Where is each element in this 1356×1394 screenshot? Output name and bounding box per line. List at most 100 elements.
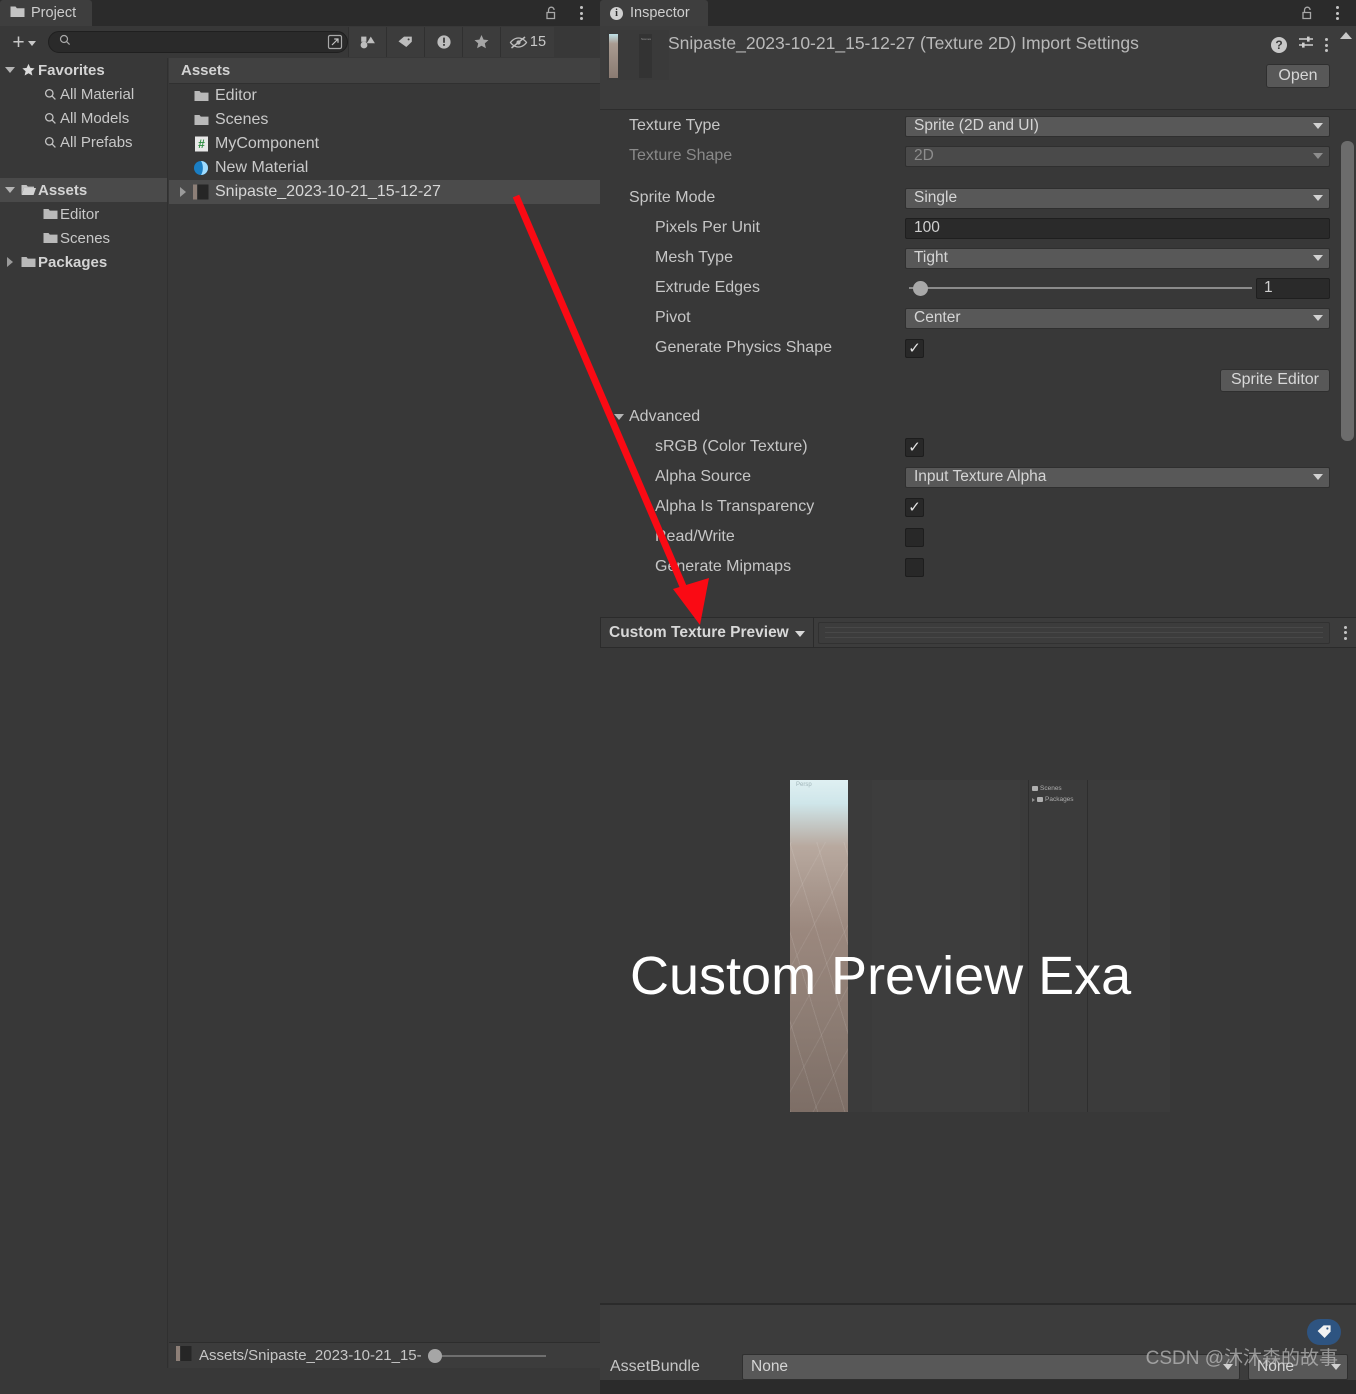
assetbundle-variant-dropdown[interactable]: None xyxy=(1248,1354,1348,1380)
extrude-edges-value[interactable]: 1 xyxy=(1256,277,1330,299)
assetbundle-dropdown[interactable]: None xyxy=(742,1354,1240,1380)
alpha-is-transparency-checkbox[interactable]: ✓ xyxy=(905,497,924,517)
slider-knob[interactable] xyxy=(913,280,928,296)
scrollbar-thumb[interactable] xyxy=(1341,141,1354,441)
zoom-knob[interactable] xyxy=(427,1348,442,1363)
tab-inspector[interactable]: i Inspector xyxy=(600,0,708,26)
assetbundle-label: AssetBundle xyxy=(610,1358,700,1375)
lock-open-icon[interactable] xyxy=(542,4,560,22)
thumbnail-zoom-slider[interactable] xyxy=(427,1348,546,1363)
texture-icon xyxy=(191,184,211,200)
chevron-down-icon xyxy=(614,414,624,420)
sprite-mode-dropdown[interactable]: Single xyxy=(905,187,1330,209)
twisty[interactable] xyxy=(175,187,191,197)
list-item-label: MyComponent xyxy=(215,135,320,152)
pivot-dropdown[interactable]: Center xyxy=(905,307,1330,329)
tree-item-assets[interactable]: Assets xyxy=(0,178,167,202)
label-tag-icon[interactable] xyxy=(1307,1319,1341,1345)
tree-item-all-material[interactable]: All Material xyxy=(0,82,167,106)
twisty[interactable] xyxy=(2,67,18,73)
help-icon[interactable]: ? xyxy=(1271,37,1287,53)
tree-item-label: Editor xyxy=(60,205,100,223)
filter-by-label-button[interactable] xyxy=(386,27,424,57)
texture-shape-dropdown[interactable]: 2D xyxy=(905,145,1330,167)
tree-item-scenes[interactable]: Scenes xyxy=(0,226,167,250)
inspector-body: Texture Type Sprite (2D and UI) Texture Sh… xyxy=(600,111,1356,718)
pixels-per-unit-value: 100 xyxy=(914,219,940,236)
chevron-down-icon xyxy=(1313,123,1323,129)
open-button[interactable]: Open xyxy=(1266,64,1330,88)
twisty[interactable] xyxy=(2,257,18,267)
chevron-down-icon[interactable] xyxy=(5,67,15,73)
pixels-per-unit-input[interactable]: 100 xyxy=(905,217,1330,239)
folder-icon xyxy=(191,90,211,102)
hidden-packages-button[interactable]: 15 xyxy=(500,27,554,57)
search-field[interactable] xyxy=(48,31,348,53)
kebab-menu-icon[interactable] xyxy=(574,3,588,23)
field-row-alpha-source: Alpha Source Input Texture Alpha xyxy=(600,462,1356,492)
field-row-extrude-edges: Extrude Edges 1 xyxy=(600,273,1356,303)
list-item[interactable]: Editor xyxy=(169,84,600,108)
project-split: Favorites All Material All Models All Prefa… xyxy=(0,58,600,1368)
filter-by-type-button[interactable] xyxy=(348,27,386,57)
folder-icon xyxy=(10,5,25,22)
kebab-menu-icon[interactable] xyxy=(1330,3,1344,23)
generate-physics-shape-checkbox[interactable]: ✓ xyxy=(905,338,924,358)
checkbox-box[interactable] xyxy=(905,527,924,547)
hidden-count-label: 15 xyxy=(529,34,547,50)
mesh-type-value: Tight xyxy=(914,249,948,266)
checkbox-box[interactable]: ✓ xyxy=(905,497,924,517)
scroll-up-arrow[interactable] xyxy=(1340,32,1352,39)
open-in-new-icon[interactable] xyxy=(325,33,345,51)
chevron-down-icon xyxy=(1313,315,1323,321)
preview-title-dropdown[interactable]: Custom Texture Preview xyxy=(600,618,814,647)
twisty[interactable] xyxy=(2,187,18,193)
tree-item-all-prefabs[interactable]: All Prefabs xyxy=(0,130,167,154)
srgb-color-texture-checkbox[interactable]: ✓ xyxy=(905,437,924,457)
extrude-edges-slider[interactable]: 1 xyxy=(905,277,1330,299)
checkbox-box[interactable] xyxy=(905,557,924,577)
texture-type-dropdown[interactable]: Sprite (2D and UI) xyxy=(905,115,1330,137)
field-row-pivot: Pivot Center xyxy=(600,303,1356,333)
mesh-type-dropdown[interactable]: Tight xyxy=(905,247,1330,269)
list-item[interactable]: Scenes xyxy=(169,108,600,132)
tree-item-favorites[interactable]: Favorites xyxy=(0,58,167,82)
project-status-bar: Assets/Snipaste_2023-10-21_15- xyxy=(169,1342,600,1368)
svg-text:#: # xyxy=(198,137,205,151)
lock-open-icon[interactable] xyxy=(1298,4,1316,22)
list-item[interactable]: # MyComponent xyxy=(169,132,600,156)
create-asset-button[interactable]: + xyxy=(0,27,48,57)
chevron-right-icon[interactable] xyxy=(7,257,13,267)
tree-item-editor[interactable]: Editor xyxy=(0,202,167,226)
tree-item-all-models[interactable]: All Models xyxy=(0,106,167,130)
kebab-menu-icon[interactable] xyxy=(1334,623,1356,643)
tree-item-label: All Models xyxy=(60,109,130,127)
chevron-down-icon xyxy=(1331,1364,1341,1370)
kebab-menu-icon[interactable] xyxy=(1325,37,1328,53)
list-item[interactable]: Snipaste_2023-10-21_15-12-27 xyxy=(169,180,600,204)
filter-by-issue-button[interactable] xyxy=(424,27,462,57)
chevron-down-icon xyxy=(1223,1364,1233,1370)
preset-icon[interactable] xyxy=(1298,35,1314,55)
preview-area: Persp Scenes Packages Custom Preview Exa xyxy=(600,648,1356,1304)
preview-title-label: Custom Texture Preview xyxy=(609,623,789,641)
project-tabbar: Project xyxy=(0,0,600,26)
alpha-source-dropdown[interactable]: Input Texture Alpha xyxy=(905,466,1330,488)
star-icon xyxy=(18,63,38,77)
chevron-right-icon[interactable] xyxy=(180,187,186,197)
texture-shape-value: 2D xyxy=(914,147,934,164)
advanced-foldout[interactable]: Advanced xyxy=(600,402,1356,432)
preview-overlay-text: Custom Preview Exa xyxy=(630,946,1132,1006)
checkbox-box[interactable]: ✓ xyxy=(905,437,924,457)
tab-project[interactable]: Project xyxy=(0,0,93,26)
sprite-editor-button[interactable]: Sprite Editor xyxy=(1219,368,1330,392)
texture-shape-label: Texture Shape xyxy=(629,147,733,164)
read-write-checkbox[interactable] xyxy=(905,527,924,547)
search-input[interactable] xyxy=(77,35,327,49)
filter-favorite-button[interactable] xyxy=(462,27,500,57)
chevron-down-icon[interactable] xyxy=(5,187,15,193)
list-item[interactable]: New Material xyxy=(169,156,600,180)
checkbox-box[interactable]: ✓ xyxy=(905,338,924,358)
tree-item-packages[interactable]: Packages xyxy=(0,250,167,274)
generate-mipmaps-checkbox[interactable] xyxy=(905,557,924,577)
